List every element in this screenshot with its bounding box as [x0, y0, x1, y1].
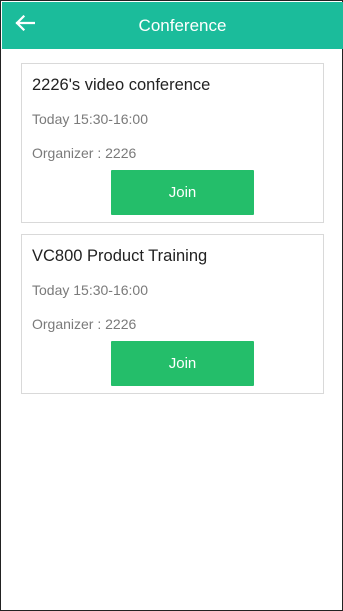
join-button[interactable]: Join [111, 170, 254, 215]
page-title: Conference [138, 16, 227, 35]
conference-organizer: Organizer : 2226 [32, 316, 137, 332]
conference-card: VC800 Product Training Today 15:30-16:00… [21, 234, 324, 394]
conference-title: VC800 Product Training [32, 247, 208, 265]
conference-title: 2226's video conference [32, 76, 211, 94]
join-button[interactable]: Join [111, 341, 254, 386]
top-bar: Conference [2, 2, 343, 49]
conference-list: 2226's video conference Today 15:30-16:0… [21, 63, 324, 405]
conference-time: Today 15:30-16:00 [32, 111, 148, 127]
conference-organizer: Organizer : 2226 [32, 145, 137, 161]
conference-time: Today 15:30-16:00 [32, 282, 148, 298]
phone-screen: Conference 2226's video conference Today… [0, 0, 343, 611]
conference-card: 2226's video conference Today 15:30-16:0… [21, 63, 324, 223]
